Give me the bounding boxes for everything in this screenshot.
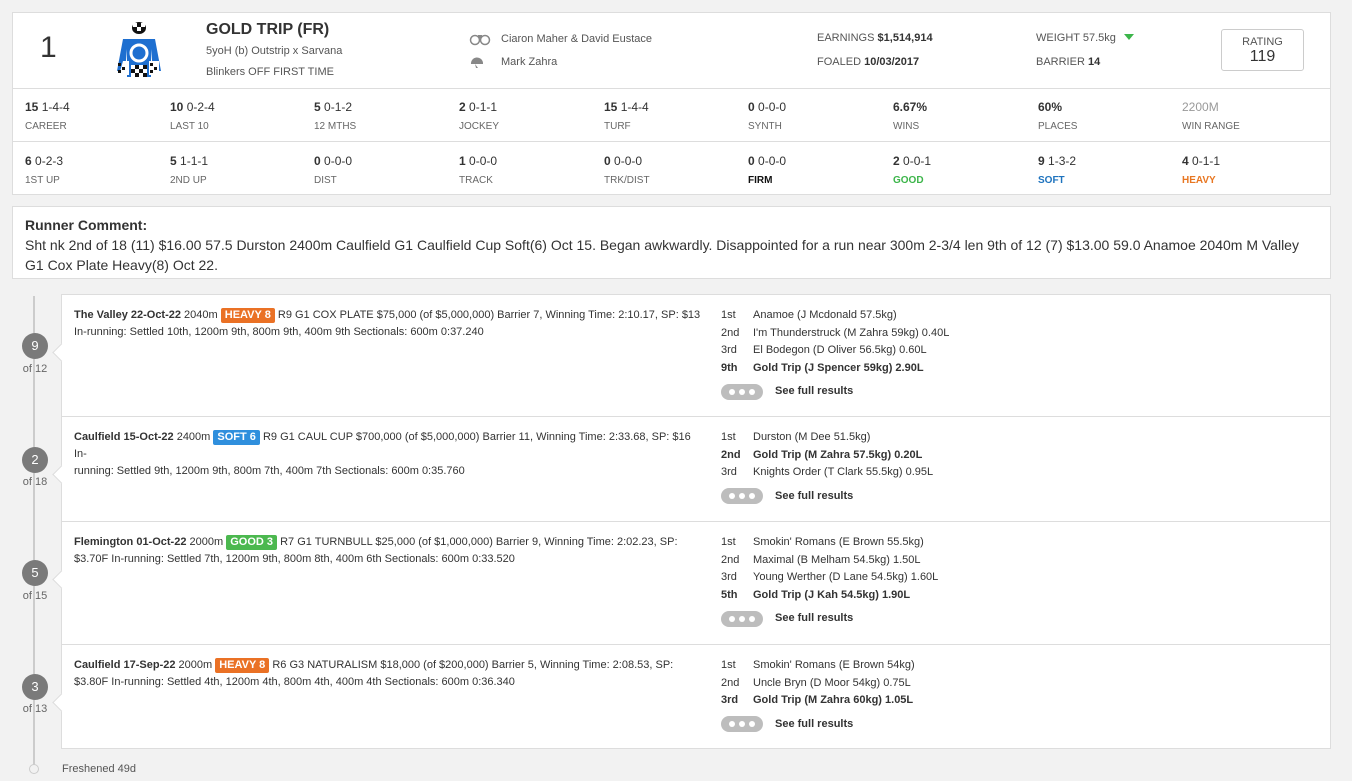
see-full-results-button[interactable]: See full results: [721, 716, 915, 734]
field-size: of 12: [22, 363, 48, 375]
result-row-runner: 2nd Gold Trip (M Zahra 57.5kg) 0.20L: [721, 448, 923, 461]
track-condition-badge: SOFT 6: [213, 430, 260, 445]
finish-position-badge: 9: [22, 333, 48, 359]
horse-name[interactable]: GOLD TRIP (FR): [206, 21, 329, 39]
race-description: Caulfield 15-Oct-22 2400m SOFT 6 R9 G1 C…: [74, 430, 691, 477]
horse-gear: Blinkers OFF FIRST TIME: [206, 66, 334, 78]
finish-position-badge: 3: [22, 674, 48, 700]
foaled: FOALED 10/03/2017: [817, 56, 920, 68]
runner-header: 1 GOLD TRIP (FR) 5yoH (b) Outstrip x Sar…: [13, 13, 1330, 89]
stats-row-1: 15 1-4-4 CAREER 10 0-2-4 LAST 10 5 0-1-2 12…: [13, 89, 1330, 142]
result-row-runner: 3rd Gold Trip (M Zahra 60kg) 1.05L: [721, 694, 914, 706]
comment-title: Runner Comment:: [25, 217, 148, 233]
field-size: of 15: [22, 590, 48, 602]
stats-row-2: 6 0-2-3 1ST UP 5 1-1-1 2ND UP 0 0-0-0 DIST …: [25, 154, 1221, 186]
jockey-name[interactable]: Mark Zahra: [501, 56, 557, 68]
result-row: 1st Durston (M Dee 51.5kg): [721, 431, 871, 443]
race-venue-date: Caulfield 15-Oct-22: [74, 431, 174, 443]
runner-card: 1 GOLD TRIP (FR) 5yoH (b) Outstrip x Sar…: [12, 12, 1331, 195]
more-dots-icon: [721, 383, 763, 400]
race-card: Caulfield 17-Sep-22 2000m HEAVY 8 R6 G3 …: [61, 644, 1331, 749]
track-condition-badge: GOOD 3: [226, 535, 278, 550]
rating-value: 119: [1249, 48, 1276, 65]
race-venue-date: The Valley 22-Oct-22: [74, 309, 181, 321]
field-size: of 13: [22, 703, 48, 715]
race-results: 1st Smokin' Romans (E Brown 54kg) 2nd Uncl…: [721, 657, 915, 733]
race-description: The Valley 22-Oct-22 2040m HEAVY 8 R9 G1…: [74, 308, 701, 338]
comment-text: Sht nk 2nd of 18 (11) $16.00 57.5 Dursto…: [25, 237, 1299, 273]
race-venue-date: Caulfield 17-Sep-22: [74, 659, 176, 671]
freshened-note: Freshened 49d: [62, 763, 136, 775]
field-size: of 18: [22, 476, 48, 488]
track-condition-badge: HEAVY 8: [215, 658, 270, 673]
jockey-silks-icon: [117, 22, 161, 77]
result-row: 1st Smokin' Romans (E Brown 55.5kg): [721, 536, 924, 548]
result-row-runner: 5th Gold Trip (J Kah 54.5kg) 1.90L: [721, 588, 911, 601]
result-row: 2nd I'm Thunderstruck (M Zahra 59kg) 0.40…: [721, 326, 950, 339]
result-row: 3rd Knights Order (T Clark 55.5kg) 0.95L: [721, 466, 934, 478]
binoculars-icon: [469, 34, 491, 46]
result-row: 3rd El Bodegon (D Oliver 56.5kg) 0.60L: [721, 344, 927, 356]
timeline-dot: [29, 764, 39, 774]
earnings: EARNINGS $1,514,914: [817, 32, 933, 44]
see-full-results-button[interactable]: See full results: [721, 383, 949, 401]
race-venue-date: Flemington 01-Oct-22: [74, 536, 187, 548]
horse-breeding: 5yoH (b) Outstrip x Sarvana: [206, 45, 343, 57]
jockey-helmet-icon: [470, 57, 483, 68]
more-dots-icon: [721, 488, 763, 505]
more-dots-icon: [721, 610, 763, 627]
weight-down-icon: [1123, 34, 1134, 40]
rating-box: RATING 119: [1221, 29, 1304, 71]
result-row: 2nd Maximal (B Melham 54.5kg) 1.50L: [721, 553, 921, 566]
result-row: 1st Smokin' Romans (E Brown 54kg): [721, 659, 915, 671]
result-row: 3rd Young Werther (D Lane 54.5kg) 1.60L: [721, 571, 939, 583]
runner-number: 1: [40, 31, 57, 64]
trainer-name[interactable]: Ciaron Maher & David Eustace: [501, 33, 652, 45]
more-dots-icon: [721, 716, 763, 733]
race-results: 1st Durston (M Dee 51.5kg) 2nd Gold Trip (…: [721, 429, 933, 505]
track-condition-badge: HEAVY 8: [220, 308, 275, 323]
race-description: Caulfield 17-Sep-22 2000m HEAVY 8 R6 G3 …: [74, 658, 674, 688]
race-card: Flemington 01-Oct-22 2000m GOOD 3 R7 G1 …: [61, 521, 1331, 645]
runner-comment: Runner Comment: Sht nk 2nd of 18 (11) $1…: [12, 206, 1331, 279]
finish-position-badge: 5: [22, 560, 48, 586]
weight: WEIGHT 57.5kg: [1036, 32, 1134, 44]
barrier: BARRIER 14: [1036, 56, 1101, 68]
rating-label: RATING: [1242, 36, 1283, 48]
see-full-results-button[interactable]: See full results: [721, 488, 933, 506]
race-card: The Valley 22-Oct-22 2040m HEAVY 8 R9 G1…: [61, 294, 1331, 417]
race-description: Flemington 01-Oct-22 2000m GOOD 3 R7 G1 …: [74, 535, 678, 565]
result-row: 1st Anamoe (J Mcdonald 57.5kg): [721, 309, 897, 321]
see-full-results-button[interactable]: See full results: [721, 610, 938, 628]
result-row-runner: 9th Gold Trip (J Spencer 59kg) 2.90L: [721, 361, 924, 374]
race-results: 1st Anamoe (J Mcdonald 57.5kg) 2nd I'm Thu…: [721, 307, 949, 401]
race-results: 1st Smokin' Romans (E Brown 55.5kg) 2nd Ma…: [721, 534, 938, 628]
result-row: 2nd Uncle Bryn (D Moor 54kg) 0.75L: [721, 676, 911, 689]
finish-position-badge: 2: [22, 447, 48, 473]
race-card: Caulfield 15-Oct-22 2400m SOFT 6 R9 G1 C…: [61, 416, 1331, 522]
